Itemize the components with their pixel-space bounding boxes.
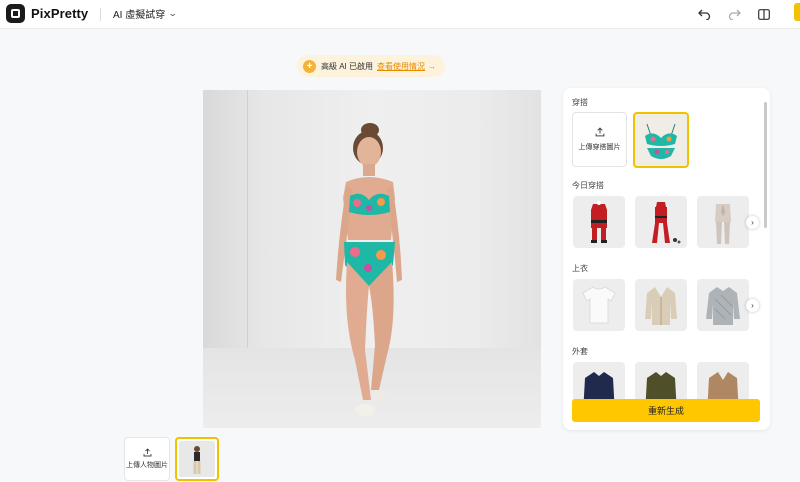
logo-icon — [6, 4, 25, 23]
outfit-red-santa-suit[interactable] — [635, 196, 687, 248]
banner-text: 高級 AI 已啟用 — [321, 61, 374, 71]
regenerate-button[interactable]: 重新生成 — [572, 399, 760, 422]
account-button[interactable] — [794, 3, 800, 21]
redo-icon[interactable] — [724, 4, 744, 24]
section-label-outerwear: 外套 — [572, 347, 588, 356]
chevron-down-icon: ⌄ — [168, 8, 178, 18]
plus-circle-icon: + — [303, 59, 316, 73]
undo-icon[interactable] — [694, 4, 714, 24]
person-thumbnail-selected[interactable] — [175, 437, 219, 481]
panel-scrollbar[interactable] — [764, 102, 767, 228]
next-arrow-tops[interactable]: › — [746, 299, 759, 312]
upload-person-label: 上傳人物圖片 — [126, 462, 168, 469]
outfit-panel: 穿搭 上傳穿搭圖片 今日穿搭 › 上衣 › 外套 重新生成 — [563, 88, 770, 430]
outfit-santa-costume[interactable] — [573, 196, 625, 248]
tops-row — [573, 279, 749, 331]
divider — [100, 8, 101, 21]
top-bar: PixPretty AI 虛擬試穿 ⌄ — [0, 0, 800, 29]
upload-icon — [143, 448, 151, 457]
usage-link[interactable]: 查看使用情況 — [377, 61, 425, 72]
split-view-icon[interactable] — [754, 4, 774, 24]
top-grey-quilted-jacket[interactable] — [697, 279, 749, 331]
upload-person-button[interactable]: 上傳人物圖片 — [124, 437, 170, 481]
today-outfit-row — [573, 196, 749, 248]
outfit-section-label: 穿搭 — [572, 98, 588, 107]
upload-outfit-button[interactable]: 上傳穿搭圖片 — [572, 112, 627, 167]
selected-outfit-bikini[interactable] — [633, 112, 689, 168]
section-label-tops: 上衣 — [572, 264, 588, 273]
top-white-tshirt[interactable] — [573, 279, 625, 331]
arrow-right-icon: → — [428, 61, 437, 71]
section-label-today: 今日穿搭 — [572, 181, 604, 190]
upload-outfit-label: 上傳穿搭圖片 — [578, 144, 621, 151]
person-figure — [336, 123, 402, 416]
premium-banner: + 高級 AI 已啟用 查看使用情況 → — [297, 55, 445, 77]
top-beige-cardigan[interactable] — [635, 279, 687, 331]
logo[interactable]: PixPretty — [6, 4, 88, 23]
app-name: PixPretty — [31, 6, 89, 21]
next-arrow-today[interactable]: › — [746, 216, 759, 229]
upload-icon — [595, 127, 604, 137]
result-image — [203, 90, 541, 428]
outfit-beige-suit[interactable] — [697, 196, 749, 248]
tool-dropdown[interactable]: AI 虛擬試穿 ⌄ — [113, 6, 178, 21]
tool-label: AI 虛擬試穿 — [113, 10, 166, 21]
